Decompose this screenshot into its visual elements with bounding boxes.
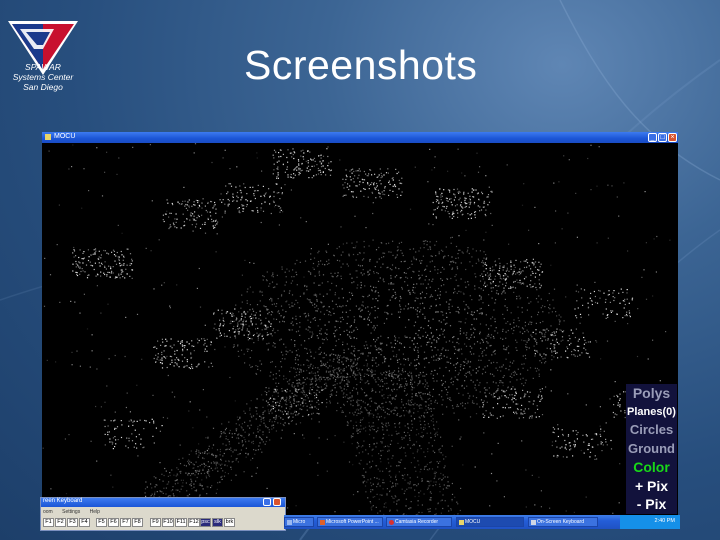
keyboard-keys: F1 F2 F3 F4 F5 F6 F7 F8 F9 F10 F11 F12 p… <box>42 518 284 529</box>
keyboard-titlebar[interactable]: reen Keyboard <box>41 498 285 507</box>
logo-line-2: Systems Center <box>12 72 74 82</box>
logo-line-1: SPAWAR <box>25 62 61 72</box>
taskbar-item-powerpoint[interactable]: Microsoft PowerPoint ... <box>317 517 383 527</box>
taskbar-item-micro[interactable]: Micro <box>284 517 314 527</box>
logo-caption: SPAWAR Systems Center San Diego <box>0 62 86 92</box>
key-f11[interactable]: F11 <box>175 518 187 527</box>
powerpoint-icon <box>320 520 325 525</box>
taskbar: Micro Microsoft PowerPoint ... Camtasia … <box>284 515 680 529</box>
logo-line-3: San Diego <box>23 82 63 92</box>
menu-circles[interactable]: Circles <box>626 421 677 440</box>
keyboard-title: reen Keyboard <box>43 498 83 504</box>
minimize-button[interactable]: _ <box>648 133 657 142</box>
keyboard-menu-help[interactable]: Help <box>90 509 100 515</box>
system-tray: 2:40 PM <box>620 515 680 529</box>
menu-ground[interactable]: Ground <box>626 440 677 459</box>
app-icon <box>45 134 51 140</box>
taskbar-item-label: Microsoft PowerPoint ... <box>326 519 379 525</box>
maximize-icon: □ <box>660 134 665 141</box>
key-f12[interactable]: F12 <box>188 518 200 527</box>
minimize-icon: _ <box>650 134 655 141</box>
key-f4[interactable]: F4 <box>79 518 90 527</box>
taskbar-item-mocu[interactable]: MOCU <box>456 517 524 527</box>
menu-color[interactable]: Color <box>626 458 677 477</box>
key-f3[interactable]: F3 <box>67 518 78 527</box>
record-icon <box>389 520 394 525</box>
keyboard-icon <box>531 520 536 525</box>
on-screen-keyboard-window[interactable]: reen Keyboard oom Settings Help F1 F2 F3… <box>40 497 286 531</box>
key-brk[interactable]: brk <box>224 518 235 527</box>
side-menu: Polys Planes(0) Circles Ground Color + P… <box>626 384 677 514</box>
close-icon: × <box>670 134 675 141</box>
slide-title: Screenshots <box>244 42 478 88</box>
menu-polys[interactable]: Polys <box>626 384 677 403</box>
menu-plus-pix[interactable]: + Pix <box>626 477 677 496</box>
taskbar-item-camtasia[interactable]: Camtasia Recorder <box>386 517 452 527</box>
key-f10[interactable]: F10 <box>162 518 174 527</box>
key-f2[interactable]: F2 <box>55 518 66 527</box>
window-titlebar[interactable]: MOCU _ □ × <box>42 132 678 143</box>
window-icon <box>287 520 292 525</box>
mocu-window[interactable]: MOCU _ □ × <box>42 132 678 516</box>
taskbar-item-label: On-Screen Keyboard <box>537 519 584 525</box>
key-slk[interactable]: slk <box>212 518 223 527</box>
taskbar-item-label: MOCU <box>465 519 481 525</box>
keyboard-menu-zoom[interactable]: oom <box>43 509 53 515</box>
clock[interactable]: 2:40 PM <box>655 518 675 524</box>
key-f5[interactable]: F5 <box>96 518 107 527</box>
key-f8[interactable]: F8 <box>132 518 143 527</box>
keyboard-menu-settings[interactable]: Settings <box>62 509 80 515</box>
key-f7[interactable]: F7 <box>120 518 131 527</box>
taskbar-item-keyboard[interactable]: On-Screen Keyboard <box>528 517 598 527</box>
maximize-button[interactable]: □ <box>658 133 667 142</box>
app-icon <box>459 520 464 525</box>
key-f9[interactable]: F9 <box>150 518 161 527</box>
window-title: MOCU <box>54 133 76 140</box>
taskbar-item-label: Micro <box>293 519 306 525</box>
key-f6[interactable]: F6 <box>108 518 119 527</box>
menu-planes[interactable]: Planes(0) <box>626 403 677 422</box>
keyboard-menubar: oom Settings Help <box>43 509 108 515</box>
taskbar-item-label: Camtasia Recorder <box>395 519 439 525</box>
menu-minus-pix[interactable]: - Pix <box>626 495 677 514</box>
keyboard-minimize-button[interactable] <box>263 498 271 506</box>
close-button[interactable]: × <box>668 133 677 142</box>
keyboard-close-button[interactable] <box>273 498 281 506</box>
key-f1[interactable]: F1 <box>43 518 54 527</box>
key-psc[interactable]: psc <box>200 518 211 527</box>
point-cloud-view[interactable] <box>42 143 678 516</box>
